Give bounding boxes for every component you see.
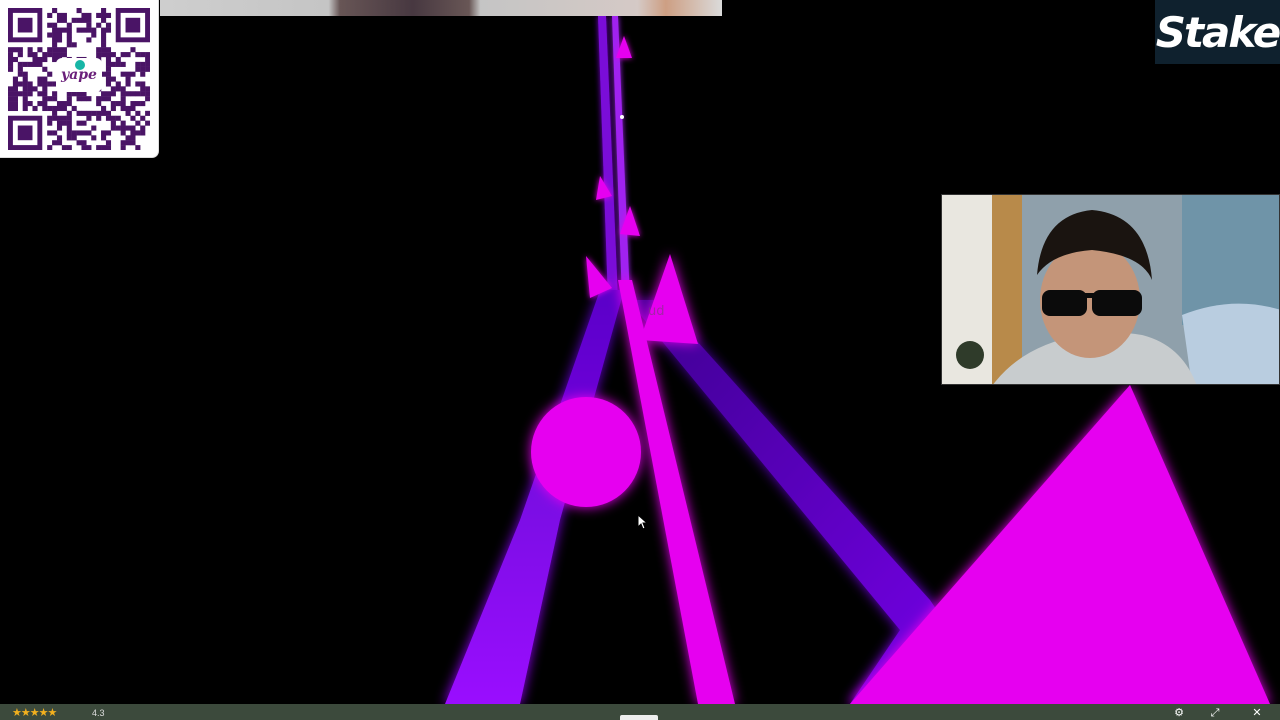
yape-badge — [75, 60, 85, 70]
stake-logo: Stake — [1155, 0, 1280, 64]
qr-code-card: yape — [0, 0, 158, 157]
ghost-label: ud — [648, 304, 665, 319]
webcam-overlay — [941, 194, 1280, 385]
expand-icon[interactable]: ⤢ — [1208, 706, 1222, 720]
fullscreen-icon[interactable]: ✕ — [1250, 706, 1264, 720]
stake-logo-text: Stake — [1155, 7, 1280, 57]
yape-logo: yape — [56, 58, 102, 92]
obstacle-large-triangle — [850, 385, 1270, 704]
bottom-status-bar: ★★★★★ 4.3 ⚙ ⤢ ✕ — [0, 704, 1280, 720]
rating-stars-icon: ★★★★★ — [12, 707, 57, 719]
rating-value: 4.3 — [92, 708, 105, 718]
center-handle[interactable] — [620, 715, 658, 720]
top-video-strip — [160, 0, 722, 16]
player-ball — [531, 397, 641, 507]
game-stream-frame: ud yape Stake ★★★★★ 4.3 ⚙ ⤢ ✕ — [0, 0, 1280, 720]
webcam-feed-icon — [942, 195, 1279, 384]
distant-dot — [620, 115, 624, 119]
settings-icon[interactable]: ⚙ — [1172, 706, 1186, 720]
spike-obstacle — [640, 254, 698, 344]
mouse-cursor-icon — [637, 514, 649, 530]
